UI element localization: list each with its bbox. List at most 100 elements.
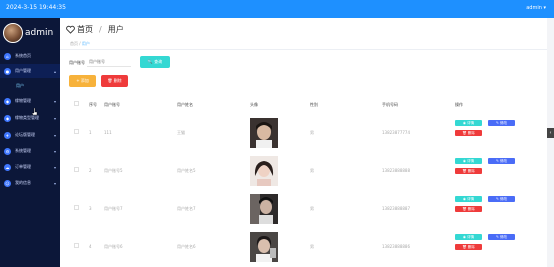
edit-button[interactable]: ✎ 修改: [488, 196, 515, 202]
sidebar-item-label: 论坛版管理: [15, 132, 35, 137]
breadcrumb-current: 用户: [81, 41, 90, 46]
avatar-photo: [250, 118, 278, 148]
sidebar-item-goods-type[interactable]: ◆ 缘物类型管理 ▾: [0, 111, 60, 125]
cell-phone: 13823888887: [382, 206, 410, 211]
delete-button[interactable]: 🗑 删除: [455, 244, 482, 250]
heart-icon: [66, 25, 75, 34]
edit-button[interactable]: ✎ 修改: [488, 234, 515, 240]
avatar: [3, 23, 23, 43]
cell-gender: 男: [310, 168, 314, 173]
table-row: 3 用户账号7 用户姓名7 男 13823888887 ◉ 详情 ✎ 修改 🗑 …: [60, 190, 547, 228]
row-checkbox[interactable]: [74, 129, 79, 134]
sidebar-item-label: 订单管理: [15, 164, 31, 169]
gift-icon: ◆: [4, 97, 11, 105]
delete-button[interactable]: 🗑 删除: [455, 206, 482, 212]
account-search-input[interactable]: [87, 56, 131, 67]
cell-index: 3: [89, 206, 92, 211]
table-row: 1 111 王猫 男 13823877774 ◉ 详情 ✎ 修改 🗑 删除: [60, 114, 547, 152]
sidebar-item-users[interactable]: ● 用户管理 ▴: [0, 64, 60, 78]
chevron-up-icon: ▴: [53, 68, 56, 74]
table-row: 4 用户账号6 用户姓名6 男 13823888886 ◉ 详情 ✎ 修改 🗑 …: [60, 228, 547, 266]
detail-button[interactable]: ◉ 详情: [455, 120, 482, 126]
brand: admin: [3, 23, 59, 45]
user-icon: ●: [4, 67, 11, 75]
title-home[interactable]: 首页: [77, 24, 93, 35]
sidebar-item-home[interactable]: ⌂ 系统首页: [0, 49, 60, 63]
row-actions: ◉ 详情 ✎ 修改 🗑 删除: [455, 120, 520, 146]
delete-button[interactable]: 🗑 删除: [455, 130, 482, 136]
profile-icon: ☺: [4, 179, 11, 187]
cell-index: 2: [89, 168, 92, 173]
title-page: 用户: [107, 25, 124, 34]
sidebar-item-system[interactable]: ⚙ 系统管理 ▾: [0, 144, 60, 158]
chevron-down-icon: ▾: [53, 115, 56, 121]
cell-account: 用户账号7: [104, 206, 123, 211]
user-menu[interactable]: admin ▾: [526, 5, 546, 11]
row-checkbox[interactable]: [74, 205, 79, 210]
sidebar-item-label: 系统首页: [15, 53, 31, 58]
avatar-photo: [250, 156, 278, 186]
cell-account: 用户账号6: [104, 244, 123, 249]
batch-delete-button[interactable]: 🗑 删除: [101, 75, 128, 87]
cart-icon: ☁: [4, 163, 11, 171]
top-bar: 2024-3-15 19:44:35 admin ▾: [0, 0, 554, 18]
chevron-down-icon: ▾: [53, 164, 56, 170]
detail-button[interactable]: ◉ 详情: [455, 158, 482, 164]
cell-name: 用户姓名6: [177, 244, 196, 249]
sidebar-item-goods[interactable]: ◆ 缘物管理 ▾: [0, 94, 60, 108]
chevron-down-icon: ▾: [53, 98, 56, 104]
edit-button[interactable]: ✎ 修改: [488, 120, 515, 126]
cell-name: 用户姓名7: [177, 206, 196, 211]
sidebar-item-label: 用户管理: [15, 68, 31, 73]
chevron-down-icon: ▾: [53, 148, 56, 154]
detail-button[interactable]: ◉ 详情: [455, 234, 482, 240]
add-button[interactable]: + 添加: [69, 75, 96, 87]
chat-icon: ✈: [4, 131, 11, 139]
cell-phone: 13823877774: [382, 130, 410, 135]
edit-button[interactable]: ✎ 修改: [488, 158, 515, 164]
header-account: 用户账号: [104, 102, 120, 107]
row-checkbox[interactable]: [74, 167, 79, 172]
cell-phone: 13823888888: [382, 168, 410, 173]
home-icon: ⌂: [4, 52, 11, 60]
cell-name: 王猫: [177, 130, 185, 135]
sidebar-item-profile[interactable]: ☺ 我的信息 ▾: [0, 176, 60, 190]
page-title: 首页 / 用户: [66, 24, 124, 35]
avatar-photo: [250, 194, 278, 224]
tag-icon: ◆: [4, 114, 11, 122]
title-separator: /: [99, 25, 102, 34]
sidebar-item-orders[interactable]: ☁ 订单管理 ▾: [0, 160, 60, 174]
header-phone: 手机号码: [382, 102, 398, 107]
sidebar-item-forum[interactable]: ✈ 论坛版管理 ▾: [0, 128, 60, 142]
submenu-item-label: 用户: [16, 83, 24, 88]
cell-gender: 男: [310, 206, 314, 211]
breadcrumb-home[interactable]: 首页: [70, 41, 78, 46]
cell-name: 用户姓名5: [177, 168, 196, 173]
row-actions: ◉ 详情 ✎ 修改 🗑 删除: [455, 158, 520, 184]
cell-gender: 男: [310, 130, 314, 135]
row-checkbox[interactable]: [74, 243, 79, 248]
header-actions: 操作: [455, 102, 463, 107]
delete-button[interactable]: 🗑 删除: [455, 168, 482, 174]
avatar-photo: [250, 232, 278, 262]
header-index: 序号: [89, 102, 97, 107]
cell-account: 111: [104, 130, 112, 135]
collapse-handle-icon[interactable]: ‹: [547, 128, 554, 138]
submenu-item-user[interactable]: 用户: [0, 80, 60, 90]
right-edge-bar: ‹: [547, 18, 554, 267]
sidebar: admin ⌂ 系统首页 ● 用户管理 ▴ 用户 ◆ 缘物管理 ▾ ◆ 缘物类型…: [0, 18, 60, 267]
header-name: 用户姓名: [177, 102, 193, 107]
cell-index: 4: [89, 244, 92, 249]
main-content: 首页 / 用户 首页 / 用户 用户账号 🔍 查询 + 添加 🗑 删除 序号 用…: [60, 18, 547, 267]
cell-account: 用户账号5: [104, 168, 123, 173]
detail-button[interactable]: ◉ 详情: [455, 196, 482, 202]
header-avatar: 头像: [250, 102, 258, 107]
cell-gender: 男: [310, 244, 314, 249]
select-all-checkbox[interactable]: [74, 101, 79, 106]
header-gender: 性别: [310, 102, 318, 107]
hand-cursor-icon: [32, 108, 38, 116]
sidebar-item-label: 我的信息: [15, 180, 31, 185]
search-button[interactable]: 🔍 查询: [140, 56, 170, 68]
chevron-down-icon: ▾: [53, 132, 56, 138]
cell-index: 1: [89, 130, 92, 135]
